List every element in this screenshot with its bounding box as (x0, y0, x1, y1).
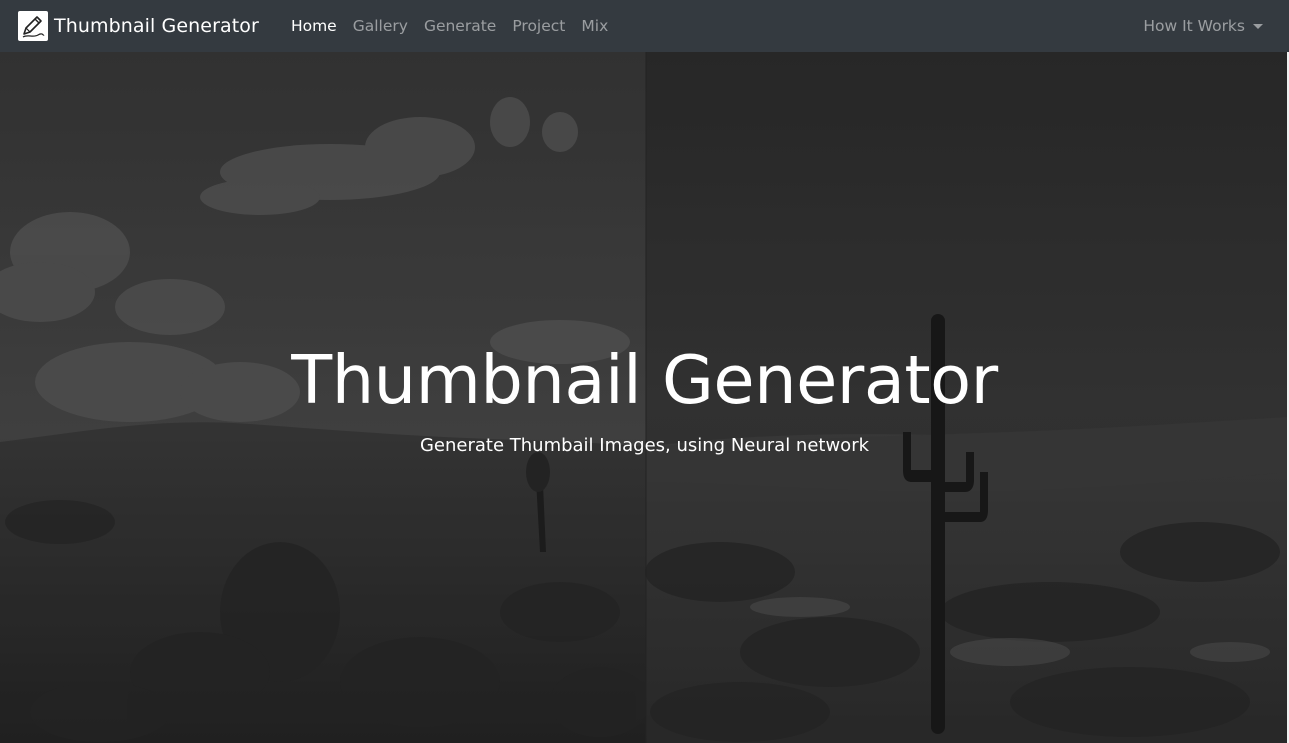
brand-link[interactable]: Thumbnail Generator (18, 11, 259, 41)
hero-title: Thumbnail Generator (291, 341, 998, 419)
brand-title: Thumbnail Generator (54, 15, 259, 37)
nav-links: Home Gallery Generate Project Mix (283, 17, 616, 35)
navbar: Thumbnail Generator Home Gallery Generat… (0, 0, 1289, 52)
how-it-works-label: How It Works (1143, 17, 1245, 35)
how-it-works-dropdown[interactable]: How It Works (1143, 17, 1271, 35)
caret-down-icon (1253, 24, 1263, 29)
nav-mix[interactable]: Mix (573, 17, 616, 35)
page: Thumbnail Generator Home Gallery Generat… (0, 0, 1289, 743)
nav-home[interactable]: Home (283, 17, 345, 35)
nav-project[interactable]: Project (504, 17, 573, 35)
hero-section: Thumbnail Generator Generate Thumbail Im… (0, 52, 1289, 743)
pen-drawing-icon (18, 11, 48, 41)
nav-generate[interactable]: Generate (416, 17, 504, 35)
hero-subtitle: Generate Thumbail Images, using Neural n… (419, 435, 870, 456)
hero-content: Thumbnail Generator Generate Thumbail Im… (0, 52, 1289, 743)
nav-gallery[interactable]: Gallery (345, 17, 416, 35)
